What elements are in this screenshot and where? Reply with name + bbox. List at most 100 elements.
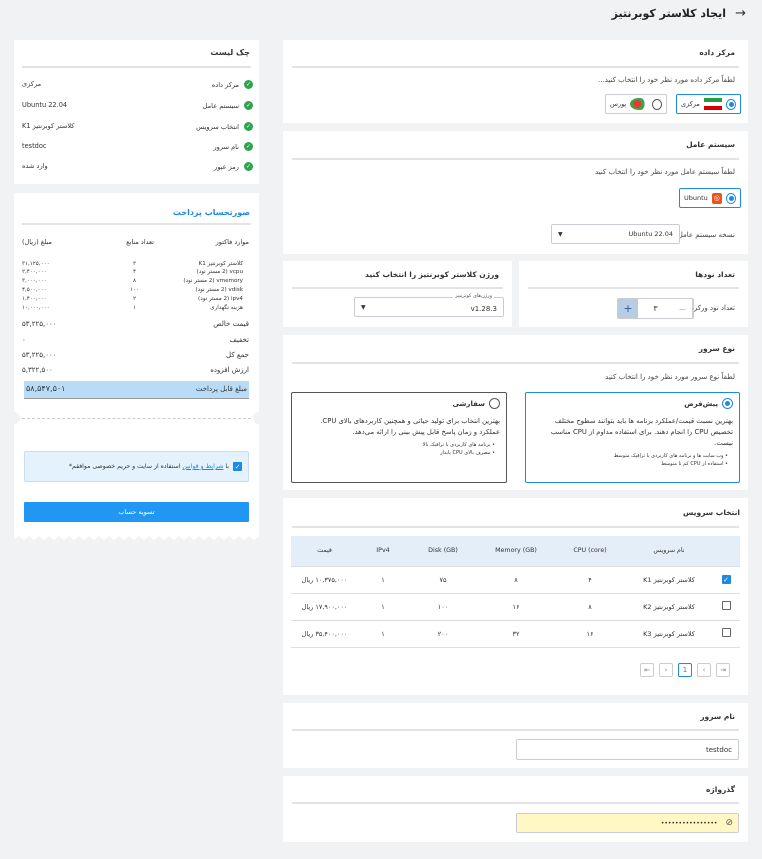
check-icon: ✓ <box>244 122 253 131</box>
datacenter-option-markazi[interactable]: مرکزی <box>676 94 741 114</box>
service-price: ۱۷,۹۰۰,۰۰۰ ریال <box>291 593 358 621</box>
service-cpu: ۸ <box>554 593 626 621</box>
nodes-title: تعداد نودها <box>695 270 735 279</box>
table-row[interactable]: کلاستر کوبرنتیز K3 ۱۶ ۳۲ ۲۰۰ ۱ ۳۵,۴۰۰,۰۰… <box>291 620 740 648</box>
eye-off-icon[interactable]: ⊘ <box>725 818 733 828</box>
terms-box: ✓ با شرایط و قوانین استفاده از سایت و حر… <box>24 451 249 482</box>
perforation <box>22 418 251 419</box>
service-price: ۳۵,۴۰۰,۰۰۰ ریال <box>291 620 358 648</box>
table-row[interactable]: کلاستر کوبرنتیز K2 ۸ ۱۶ ۱۰۰ ۱ ۱۷,۹۰۰,۰۰۰… <box>291 593 740 621</box>
os-version-value: Ubuntu 22.04 <box>628 230 673 238</box>
col-memory: Memory (GB) <box>478 536 554 567</box>
k8s-version-card: ورژن کلاستر کوبرنتیز را انتخاب کنید v1.2… <box>283 261 512 327</box>
service-title: انتخاب سرویس <box>683 508 740 517</box>
ubuntu-logo-icon: ◎ <box>711 192 722 204</box>
server-name-input[interactable]: testdoc <box>516 739 739 760</box>
datacenter-title: مرکز داده <box>699 48 735 57</box>
prev-page-button[interactable]: › <box>697 663 711 677</box>
server-name-title: نام سرور <box>700 712 735 721</box>
service-name: کلاستر کوبرنتیز K2 <box>626 593 712 621</box>
server-type-title: نوع سرور <box>698 344 735 353</box>
server-type-default-radio[interactable] <box>722 398 733 409</box>
service-memory: ۱۶ <box>478 593 554 621</box>
plus-button[interactable]: + <box>618 299 638 318</box>
back-arrow-icon[interactable]: → <box>735 6 746 21</box>
worker-count[interactable]: ۳ <box>638 299 673 318</box>
check-icon: ✓ <box>244 80 253 89</box>
page-1-button[interactable]: 1 <box>678 663 692 677</box>
server-type-custom-radio[interactable] <box>489 398 500 409</box>
service-memory: ۸ <box>478 566 554 594</box>
table-header: نام سرویس CPU (core) Memory (GB) Disk (G… <box>291 536 740 567</box>
os-radio-ubuntu[interactable] <box>725 192 736 204</box>
notch-right <box>253 412 265 424</box>
server-type-hint: لطفاً نوع سرور مورد نظر خود را انتخاب کن… <box>605 373 735 381</box>
list-item: • وب سایت ها و برنامه های کاربردی با ترا… <box>613 453 728 459</box>
last-page-button[interactable]: ⇤ <box>640 663 654 677</box>
check-icon: ✓ <box>244 142 253 151</box>
service-cpu: ۴ <box>554 566 626 594</box>
iran-flag-icon <box>703 98 723 110</box>
os-version-label: نسخه سیستم عامل: <box>675 231 735 239</box>
list-item: • برنامه های کاربردی با ترافیک بالا <box>422 442 495 448</box>
worker-stepper[interactable]: + ۳ — <box>617 298 694 319</box>
checklist-value: testdoc <box>22 142 47 150</box>
k8s-version-value: v1.28.3 <box>470 305 497 313</box>
row-checkbox[interactable] <box>721 628 731 637</box>
invoice-title: صورتحساب پرداخت <box>172 208 250 217</box>
invoice-payable: مبلغ قابل پرداخت ۵۸,۵۴۷,۵۰۱ <box>24 381 249 399</box>
datacenter-option-pars[interactable]: پورس <box>605 94 667 114</box>
server-type-custom[interactable]: سفارشی بهترین انتخاب برای تولید حیاتی و … <box>291 392 507 483</box>
list-item: • استفاده از CPU کم تا متوسط <box>661 461 728 467</box>
pars-logo-icon <box>630 98 649 110</box>
os-version-select[interactable]: Ubuntu 22.04 ▼ <box>551 224 680 244</box>
server-type-custom-desc: بهترین انتخاب برای تولید حیاتی و همچنین … <box>320 417 500 436</box>
table-row[interactable]: ✓ کلاستر کوبرنتیز K1 ۴ ۸ ۷۵ ۱ ۱۰,۳۷۵,۰۰۰… <box>291 566 740 594</box>
os-option-label: Ubuntu <box>684 194 708 202</box>
col-price: قیمت <box>291 536 358 567</box>
worker-label: تعداد نود ورکر <box>693 304 735 312</box>
service-ipv4: ۱ <box>358 566 408 594</box>
list-item: • مصرف بالای CPU پایدار <box>440 450 495 456</box>
datacenter-radio-markazi[interactable] <box>726 98 736 110</box>
terms-link[interactable]: شرایط و قوانین <box>182 463 223 470</box>
next-page-button[interactable]: ‹ <box>659 663 673 677</box>
server-type-default[interactable]: پیش‌فرض بهترین نسبت قیمت/عملکرد برنامه ه… <box>525 392 740 483</box>
service-name: کلاستر کوبرنتیز K1 <box>626 566 712 594</box>
server-type-card: نوع سرور لطفاً نوع سرور مورد نظر خود را … <box>283 335 748 490</box>
first-page-button[interactable]: ⇥ <box>716 663 730 677</box>
page-title: ایجاد کلاستر کوبرنتیز <box>611 7 726 20</box>
datacenter-radio-pars[interactable] <box>652 98 662 110</box>
service-disk: ۲۰۰ <box>408 620 478 648</box>
os-card: سیستم عامل لطفاً سیستم عامل مورد نظر خود… <box>283 131 748 254</box>
k8s-version-title: ورژن کلاستر کوبرنتیز را انتخاب کنید <box>365 270 499 279</box>
server-name-card: نام سرور testdoc <box>283 703 748 768</box>
col-name: نام سرویس <box>626 536 712 567</box>
os-title: سیستم عامل <box>686 140 735 149</box>
k8s-version-select[interactable]: v1.28.3 ▼ <box>354 297 504 317</box>
checklist-item: ✓ سیستم عامل Ubuntu 22.04 <box>22 101 253 110</box>
check-icon: ✓ <box>244 162 253 171</box>
password-input[interactable]: ⊘ •••••••••••••••• <box>516 813 739 833</box>
row-checkbox[interactable] <box>721 601 731 610</box>
service-name: کلاستر کوبرنتیز K3 <box>626 620 712 648</box>
k8s-version-field-label: ورژن‌های کوبرنتیز <box>453 293 494 299</box>
nodes-card: تعداد نودها تعداد نود ورکر + ۳ — <box>519 261 748 327</box>
pay-button[interactable]: تسویه حساب <box>24 502 249 522</box>
os-hint: لطفاً سیستم عامل مورد نظر خود را انتخاب … <box>595 168 735 176</box>
password-title: گذرواژه <box>706 785 735 794</box>
notch-left <box>8 412 20 424</box>
service-ipv4: ۱ <box>358 620 408 648</box>
service-ipv4: ۱ <box>358 593 408 621</box>
server-type-default-label: پیش‌فرض <box>684 399 718 408</box>
datacenter-option-label: پورس <box>610 100 627 108</box>
os-option-ubuntu[interactable]: ◎ Ubuntu <box>679 188 741 208</box>
col-disk: Disk (GB) <box>408 536 478 567</box>
checklist-value: Ubuntu 22.04 <box>22 101 68 109</box>
checklist-value: مرکزی <box>22 80 42 88</box>
terms-checkbox[interactable]: ✓ <box>233 462 242 471</box>
terms-text: با شرایط و قوانین استفاده از سایت و حریم… <box>68 463 229 470</box>
minus-button[interactable]: — <box>673 299 693 318</box>
checklist-item: ✓ مرکز داده مرکزی <box>22 80 253 89</box>
row-checkbox[interactable]: ✓ <box>721 575 731 584</box>
